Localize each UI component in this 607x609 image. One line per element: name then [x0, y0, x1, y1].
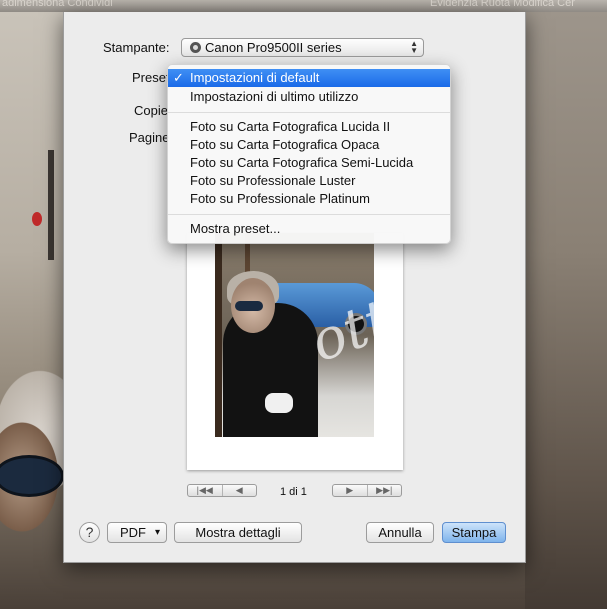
preset-menu-item[interactable]: Foto su Carta Fotografica Opaca: [168, 136, 450, 154]
background-toolbar-right: Evidenzia Ruota Modifica Cer: [430, 0, 575, 9]
menu-separator: [168, 214, 450, 215]
preset-menu-item-label: Impostazioni di ultimo utilizzo: [190, 89, 359, 104]
preview-photo: otto: [215, 233, 374, 437]
first-page-button[interactable]: |◀◀: [188, 485, 222, 496]
show-details-button[interactable]: Mostra dettagli: [174, 522, 302, 543]
preset-dropdown-menu[interactable]: ✓ Impostazioni di default Impostazioni d…: [167, 64, 451, 244]
print-preview-page: otto: [187, 233, 403, 470]
preset-menu-item[interactable]: Foto su Professionale Luster: [168, 172, 450, 190]
checkmark-icon: ✓: [173, 70, 184, 85]
last-page-button[interactable]: ▶▶|: [366, 485, 402, 496]
popup-arrows-icon: ▲ ▼: [410, 39, 418, 55]
pdf-label: PDF: [120, 525, 146, 540]
chevron-down-icon: ▾: [154, 527, 160, 538]
preset-menu-item[interactable]: Mostra preset...: [168, 220, 450, 238]
printer-label: Stampante:: [103, 40, 170, 55]
help-button[interactable]: ?: [79, 522, 100, 543]
cancel-button[interactable]: Annulla: [366, 522, 434, 543]
preset-menu-item[interactable]: Foto su Carta Fotografica Semi-Lucida: [168, 154, 450, 172]
preset-label: Preset: [132, 70, 170, 85]
background-toolbar-left: adimensiona Condividi: [2, 0, 113, 9]
preset-menu-item-label: Foto su Professionale Luster: [190, 173, 356, 188]
preset-menu-item[interactable]: ✓ Impostazioni di default: [168, 69, 450, 87]
printer-value: Canon Pro9500II series: [205, 40, 342, 55]
print-button[interactable]: Stampa: [442, 522, 506, 543]
preview-sunglasses: [235, 301, 263, 311]
menu-separator: [168, 112, 450, 113]
preset-menu-item[interactable]: Impostazioni di ultimo utilizzo: [168, 88, 450, 106]
pager-next-buttons[interactable]: ▶ ▶▶|: [332, 484, 402, 497]
preset-menu-item-label: Impostazioni di default: [190, 70, 320, 85]
preset-menu-item-label: Foto su Professionale Platinum: [190, 191, 370, 206]
background-traffic-pole: [48, 150, 54, 260]
background-toolbar: adimensiona Condividi Evidenzia Ruota Mo…: [0, 0, 607, 12]
printer-icon: [190, 42, 201, 53]
preset-menu-item[interactable]: Foto su Professionale Platinum: [168, 190, 450, 208]
preview-post: [215, 233, 222, 437]
preset-menu-item-label: Foto su Carta Fotografica Lucida II: [190, 119, 391, 134]
printer-popup[interactable]: Canon Pro9500II series ▲ ▼: [181, 38, 424, 57]
prev-page-button[interactable]: ◀: [221, 485, 257, 496]
copies-label: Copie: [134, 103, 168, 118]
preset-menu-item-label: Foto su Carta Fotografica Semi-Lucida: [190, 155, 414, 170]
next-page-button[interactable]: ▶: [333, 485, 367, 496]
preset-menu-item-label: Mostra preset...: [190, 221, 281, 236]
background-right-area: [525, 12, 607, 609]
preview-glove: [265, 393, 293, 413]
background-red-light: [32, 212, 42, 226]
pager-prev-buttons[interactable]: |◀◀ ◀: [187, 484, 257, 497]
preset-menu-item[interactable]: Foto su Carta Fotografica Lucida II: [168, 118, 450, 136]
preset-menu-item-label: Foto su Carta Fotografica Opaca: [190, 137, 380, 152]
pages-label: Pagine: [129, 130, 170, 145]
pdf-button[interactable]: PDF ▾: [107, 522, 167, 543]
page-indicator: 1 di 1: [280, 486, 307, 498]
